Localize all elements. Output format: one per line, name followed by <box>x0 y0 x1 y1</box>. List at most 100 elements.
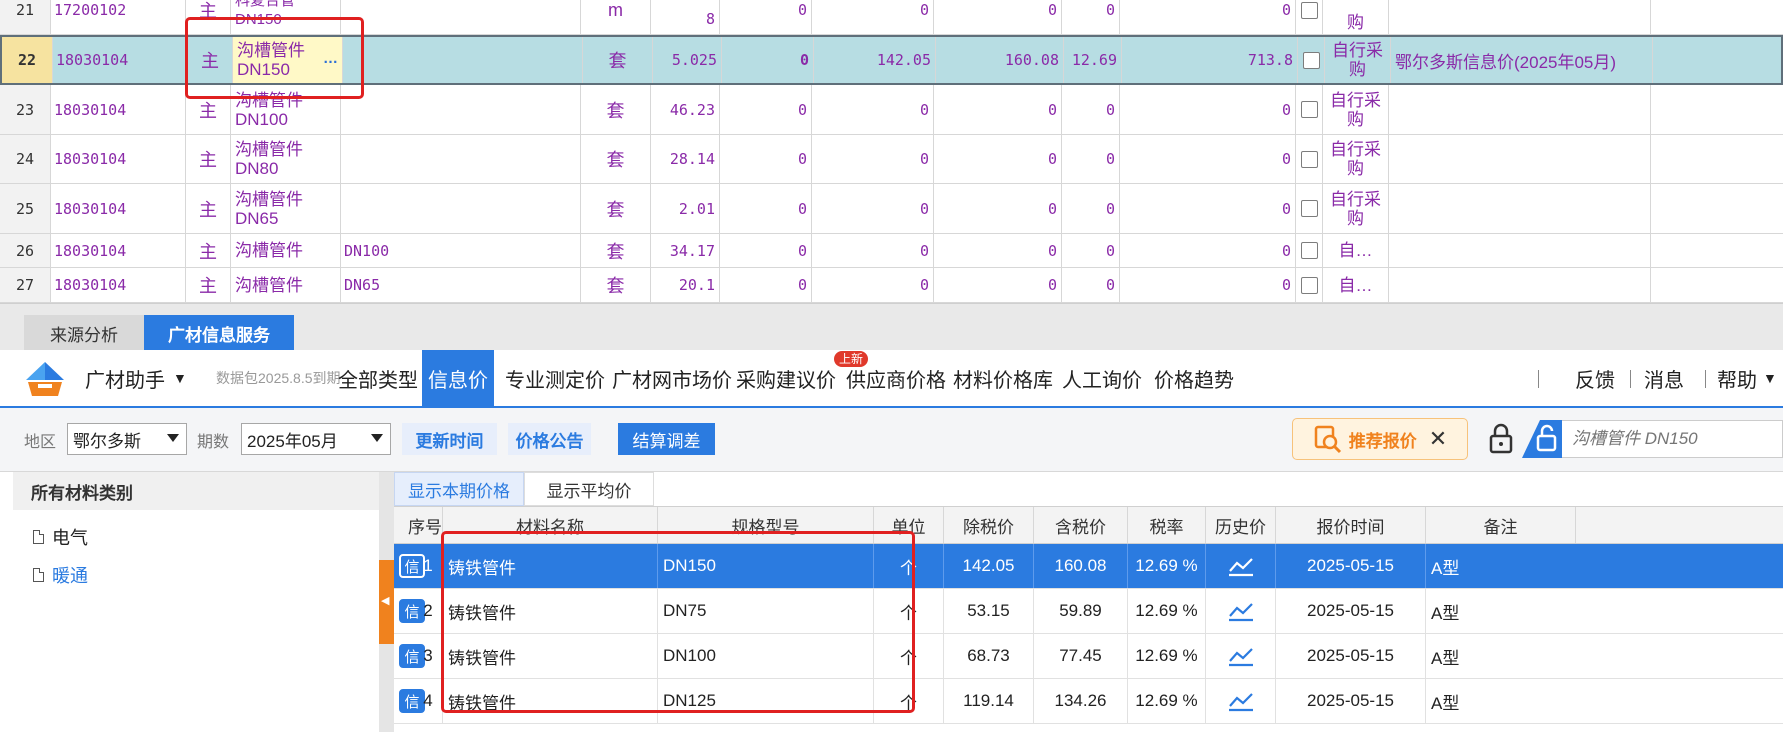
material-spec[interactable]: DN100 <box>341 234 581 267</box>
price-value[interactable]: 0 <box>720 0 812 34</box>
price-value[interactable]: 0 <box>1120 135 1296 183</box>
price-value[interactable]: 142.05 <box>814 37 936 83</box>
period-select[interactable]: 2025年05月 <box>241 423 391 455</box>
tab-material-price-library[interactable]: 材料价格库 <box>953 350 1053 406</box>
unlock-icon[interactable] <box>1522 420 1562 458</box>
region-select[interactable]: 鄂尔多斯 <box>67 423 187 455</box>
material-code[interactable]: 18030104 <box>51 135 186 183</box>
quantity[interactable]: 8 <box>651 0 720 34</box>
recommend-price-button[interactable]: 推荐报价 ✕ <box>1292 418 1468 460</box>
grid-row[interactable]: 26 18030104 主沟槽管件 DN100 套 34.17 0 0 0 0 0 自… <box>0 234 1783 268</box>
update-time-button[interactable]: 更新时间 <box>402 423 497 455</box>
tab-all-types[interactable]: 全部类型 <box>338 350 418 406</box>
price-note[interactable] <box>1389 184 1651 233</box>
row-checkbox[interactable] <box>1300 150 1318 168</box>
help-menu[interactable]: 帮助 ▼ <box>1717 350 1777 406</box>
price-note[interactable] <box>1389 234 1651 267</box>
material-spec[interactable]: DN65 <box>341 268 581 302</box>
supply-source[interactable]: 自行采购 <box>1325 37 1391 83</box>
grid-row[interactable]: 27 18030104 主沟槽管件 DN65 套 20.1 0 0 0 0 0 自… <box>0 268 1783 303</box>
price-value[interactable]: 0 <box>722 37 814 83</box>
trend-chart-icon[interactable] <box>1227 645 1255 667</box>
col-material-name[interactable]: 材料名称 <box>443 507 658 543</box>
tab-pro-measured-price[interactable]: 专业测定价 <box>505 350 605 406</box>
material-code[interactable]: 18030104 <box>51 85 186 134</box>
price-value[interactable]: 0 <box>1120 85 1296 134</box>
material-spec[interactable] <box>341 135 581 183</box>
price-value[interactable]: 0 <box>812 184 934 233</box>
messages-link[interactable]: 消息 <box>1644 350 1684 406</box>
price-note[interactable] <box>1389 0 1651 34</box>
collapse-handle[interactable]: ◀ <box>379 560 394 644</box>
tab-supplier-price[interactable]: 供应商价格 <box>846 350 946 406</box>
material-code[interactable]: 18030104 <box>51 268 186 302</box>
col-unit[interactable]: 单位 <box>874 507 944 543</box>
price-value[interactable]: 0 <box>934 234 1062 267</box>
price-value[interactable]: 0 <box>934 268 1062 302</box>
price-value[interactable]: 0 <box>812 135 934 183</box>
supply-source[interactable]: 购 <box>1323 0 1389 34</box>
supply-source[interactable]: 自… <box>1323 268 1389 302</box>
close-icon[interactable]: ✕ <box>1429 426 1447 452</box>
price-value[interactable]: 0 <box>720 234 812 267</box>
col-tax-rate[interactable]: 税率 <box>1128 507 1206 543</box>
material-code[interactable]: 18030104 <box>51 234 186 267</box>
row-checkbox[interactable] <box>1300 101 1318 118</box>
result-row[interactable]: 信 3 铸铁管件 DN100 个 68.73 77.45 12.69 % 2025-05-15 A… <box>394 634 1783 679</box>
lock-icon[interactable] <box>1488 422 1514 456</box>
result-row[interactable]: 信 2 铸铁管件 DN75 个 53.15 59.89 12.69 % 2025-05-15 A型 <box>394 589 1783 634</box>
price-value[interactable]: 12.69 <box>1064 37 1122 83</box>
price-value[interactable]: 0 <box>934 0 1062 34</box>
search-input[interactable] <box>1562 420 1783 458</box>
supply-source[interactable]: 自行采购 <box>1323 85 1389 134</box>
material-spec[interactable] <box>341 85 581 134</box>
tab-price-trend[interactable]: 价格趋势 <box>1154 350 1234 406</box>
col-price-incl-tax[interactable]: 含税价 <box>1034 507 1128 543</box>
price-value[interactable]: 0 <box>720 184 812 233</box>
grid-row[interactable]: 23 18030104 主沟槽管件 DN100 套 46.23 0 0 0 0 0 自行采购 <box>0 85 1783 135</box>
price-value[interactable]: 0 <box>1062 135 1120 183</box>
trend-chart-icon[interactable] <box>1227 690 1255 712</box>
price-note[interactable] <box>1389 268 1651 302</box>
trend-chart-icon[interactable] <box>1227 600 1255 622</box>
price-value[interactable]: 0 <box>812 268 934 302</box>
material-name[interactable]: 沟槽管件 <box>231 234 341 267</box>
material-name[interactable]: 科复合管 DN150 <box>231 0 341 34</box>
tab-source-analysis[interactable]: 来源分析 <box>24 315 144 351</box>
price-note[interactable] <box>1389 135 1651 183</box>
material-name[interactable]: 沟槽管件 DN150… <box>233 37 343 83</box>
settlement-button[interactable]: 结算调差 <box>618 423 715 455</box>
category-item-electrical[interactable]: 电气 <box>33 524 88 550</box>
price-value[interactable]: 0 <box>1120 0 1296 34</box>
quantity[interactable]: 46.23 <box>651 85 720 134</box>
price-value[interactable]: 0 <box>812 234 934 267</box>
col-number[interactable]: 序号 <box>394 507 443 543</box>
material-name[interactable]: 沟槽管件 <box>231 268 341 302</box>
price-notice-button[interactable]: 价格公告 <box>508 423 591 455</box>
tab-info-service[interactable]: 广材信息服务 <box>144 315 294 351</box>
price-value[interactable]: 0 <box>812 0 934 34</box>
price-value[interactable]: 0 <box>1062 268 1120 302</box>
material-code[interactable]: 18030104 <box>53 37 188 83</box>
quantity[interactable]: 2.01 <box>651 184 720 233</box>
price-value[interactable]: 0 <box>1062 234 1120 267</box>
assistant-menu[interactable]: 广材助手 ▼ <box>85 350 187 406</box>
price-value[interactable]: 0 <box>720 268 812 302</box>
grid-row[interactable]: 24 18030104 主沟槽管件 DN80 套 28.14 0 0 0 0 0 自行采购 <box>0 135 1783 184</box>
row-checkbox[interactable] <box>1300 242 1318 259</box>
price-value[interactable]: 0 <box>720 85 812 134</box>
material-spec[interactable] <box>341 0 581 34</box>
col-remark[interactable]: 备注 <box>1426 507 1576 543</box>
col-quote-time[interactable]: 报价时间 <box>1276 507 1426 543</box>
material-spec[interactable] <box>343 37 583 83</box>
tab-current-price[interactable]: 显示本期价格 <box>394 472 524 506</box>
quantity[interactable]: 5.025 <box>653 37 722 83</box>
feedback-link[interactable]: 反馈 <box>1575 350 1615 406</box>
result-row-selected[interactable]: 信 1 铸铁管件 DN150 个 142.05 160.08 12.69 % 2025-05-1… <box>394 544 1783 589</box>
price-value[interactable]: 160.08 <box>936 37 1064 83</box>
price-value[interactable]: 0 <box>934 184 1062 233</box>
material-spec[interactable] <box>341 184 581 233</box>
result-row[interactable]: 信 4 铸铁管件 DN125 个 119.14 134.26 12.69 % 2025-05-1… <box>394 679 1783 724</box>
quantity[interactable]: 28.14 <box>651 135 720 183</box>
trend-chart-icon[interactable] <box>1227 555 1255 577</box>
